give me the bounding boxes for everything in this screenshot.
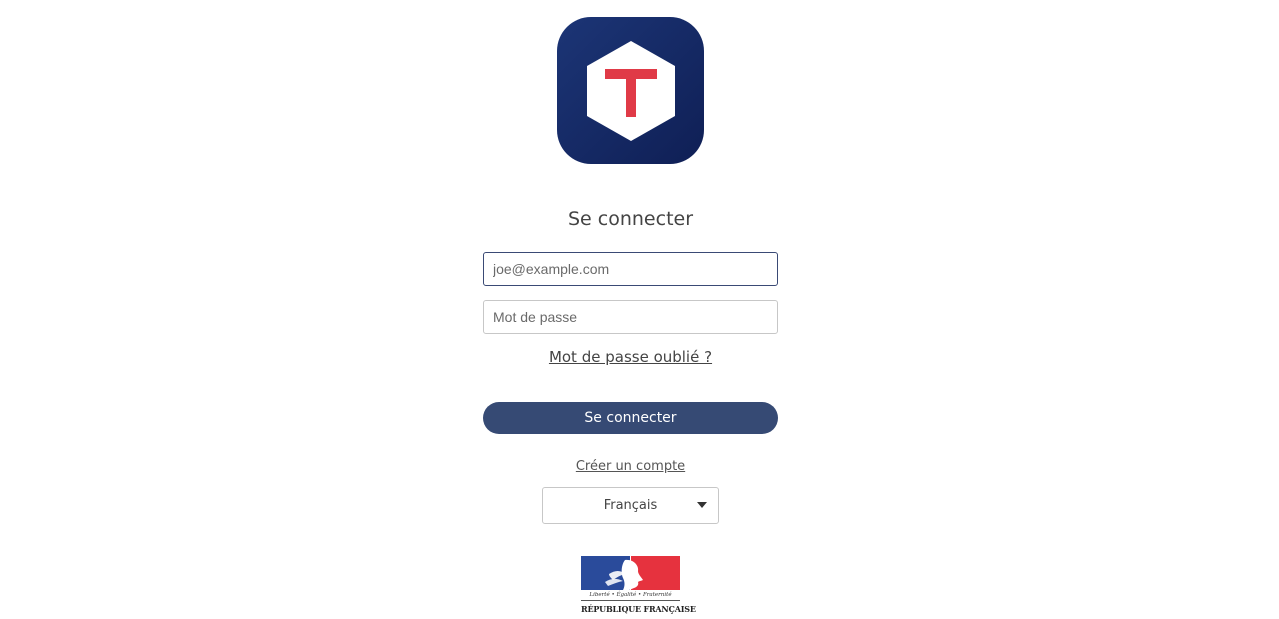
app-logo bbox=[557, 17, 704, 164]
login-button[interactable]: Se connecter bbox=[483, 402, 778, 434]
page-title: Se connecter bbox=[567, 208, 694, 230]
password-field[interactable] bbox=[483, 300, 778, 334]
email-field[interactable] bbox=[483, 252, 778, 286]
rf-motto: Liberté • Égalité • Fraternité bbox=[589, 592, 672, 598]
hexagon-t-icon bbox=[586, 40, 675, 141]
republique-francaise-logo: Liberté • Égalité • Fraternité RÉPUBLIQU… bbox=[581, 556, 696, 616]
rf-name: RÉPUBLIQUE FRANÇAISE bbox=[581, 604, 696, 614]
rf-divider bbox=[581, 600, 680, 601]
marianne-flag-icon bbox=[581, 556, 680, 590]
forgot-password-link[interactable]: Mot de passe oublié ? bbox=[0, 348, 1261, 366]
language-select[interactable]: Français bbox=[542, 487, 719, 524]
chevron-down-icon bbox=[697, 502, 707, 508]
login-page: Se connecter Mot de passe oublié ? Se co… bbox=[0, 0, 1279, 619]
language-select-value: Français bbox=[603, 498, 658, 513]
create-account-link[interactable]: Créer un compte bbox=[0, 459, 1261, 474]
